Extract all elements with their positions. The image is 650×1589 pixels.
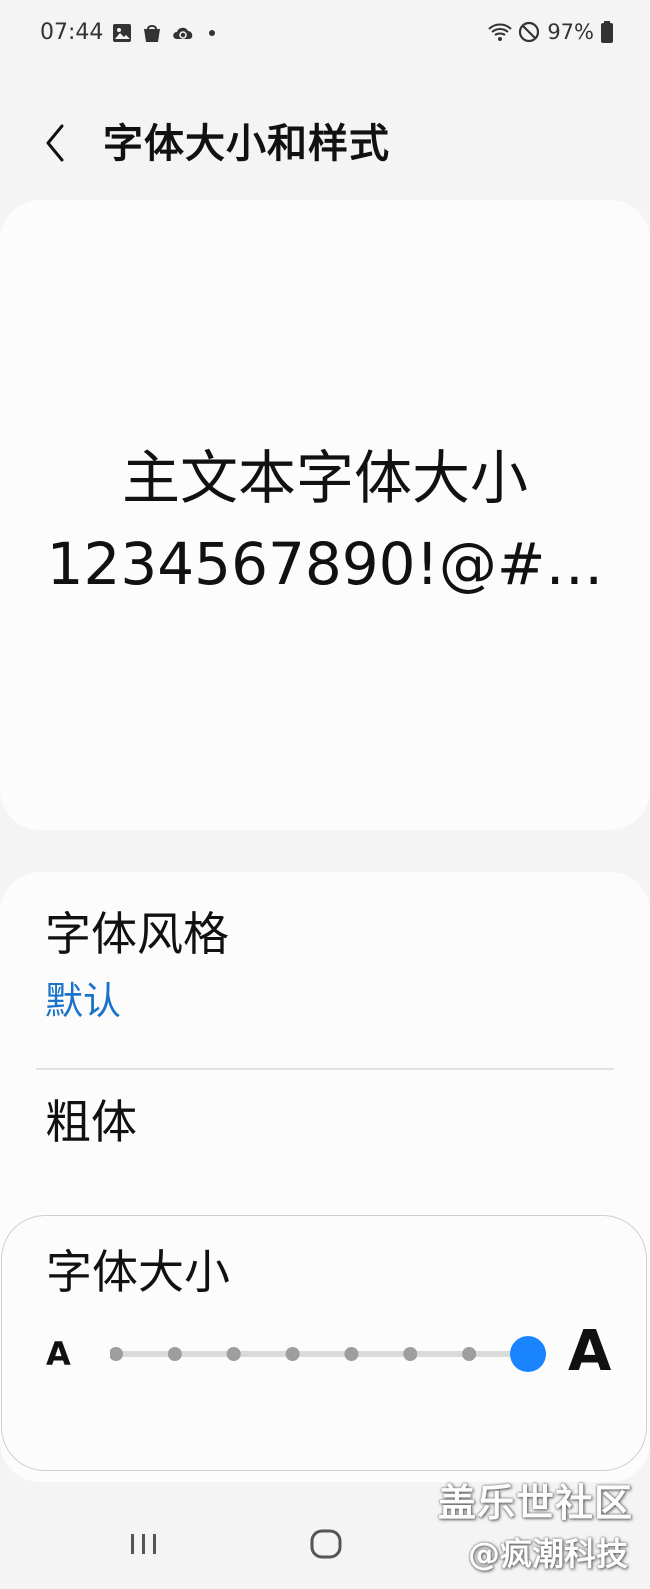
font-size-large-label: A (568, 1319, 612, 1384)
slider-step-dot[interactable] (285, 1347, 300, 1361)
font-style-value: 默认 (45, 979, 122, 1023)
slider-step-dot[interactable] (167, 1347, 182, 1361)
font-size-title: 字体大小 (46, 1245, 230, 1299)
recents-icon (131, 1534, 156, 1554)
do-not-disturb-icon (517, 20, 541, 44)
header: 字体大小和样式 (0, 100, 650, 190)
slider-step-dot[interactable] (344, 1347, 359, 1361)
font-style-title: 字体风格 (45, 907, 229, 961)
bold-row[interactable]: 粗体 (0, 1070, 650, 1190)
cloud-sync-icon (171, 22, 193, 44)
bold-title: 粗体 (45, 1095, 137, 1149)
home-button[interactable] (306, 1524, 346, 1564)
preview-line-2: 1234567890!@#… (46, 530, 604, 598)
status-bar: 07:44 97% (0, 0, 650, 70)
gallery-icon (111, 22, 133, 44)
status-right: 97% (487, 20, 614, 44)
slider-step-dot[interactable] (226, 1347, 241, 1361)
battery-icon (600, 20, 614, 44)
notification-dot-icon (201, 22, 223, 44)
font-preview-text: 主文本字体大小 1234567890!@#… (0, 435, 650, 607)
home-icon (310, 1529, 342, 1559)
slider-step-dot[interactable] (462, 1347, 477, 1361)
chevron-left-icon (46, 124, 64, 162)
recents-button[interactable] (124, 1524, 164, 1564)
font-preview-card: 主文本字体大小 1234567890!@#… (0, 200, 650, 830)
back-button[interactable] (34, 118, 78, 168)
slider-step-dot[interactable] (403, 1347, 418, 1361)
slider-thumb[interactable] (510, 1336, 546, 1372)
battery-percent: 97% (547, 20, 594, 44)
slider-step-dot[interactable] (109, 1347, 123, 1361)
font-size-small-label: A (46, 1335, 71, 1373)
font-size-panel: 字体大小 A A (1, 1215, 647, 1471)
page-title: 字体大小和样式 (103, 121, 390, 167)
shopping-bag-icon (141, 22, 163, 44)
font-style-row[interactable]: 字体风格 默认 (0, 872, 650, 1068)
font-size-slider[interactable] (109, 1334, 556, 1374)
navigation-bar (0, 1500, 650, 1589)
status-time: 07:44 (40, 20, 104, 45)
wifi-icon (487, 20, 513, 44)
status-left: 07:44 (40, 20, 223, 45)
preview-line-1: 主文本字体大小 (121, 444, 528, 512)
